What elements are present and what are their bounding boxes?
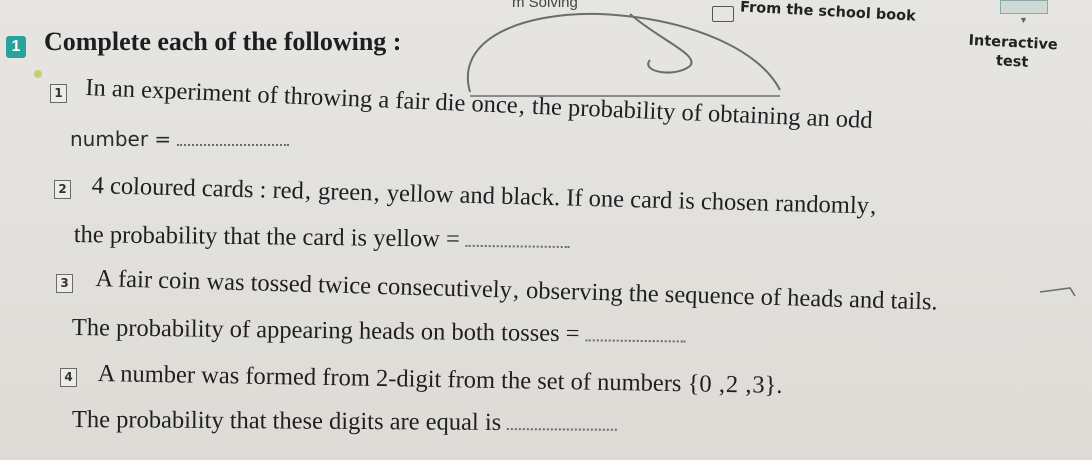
question-1-answer-blank[interactable]: [177, 126, 290, 146]
question-1-prompt: number =: [70, 127, 172, 151]
question-2-answer-line: the probability that the card is yellow …: [74, 221, 570, 255]
interactive-test-label: Interactive test: [967, 32, 1058, 75]
pencil-loop: [629, 13, 693, 74]
question-3-answer-line: The probability of appearing heads on bo…: [72, 314, 686, 349]
qr-code-icon: [1000, 0, 1048, 14]
question-2-answer-blank[interactable]: [465, 226, 570, 249]
question-3-prompt: The probability of appearing heads on bo…: [71, 314, 580, 348]
question-2-prompt: the probability that the card is yellow …: [73, 221, 460, 253]
question-4-prompt: The probability that these digits are eq…: [71, 406, 502, 436]
problem-solving-label: m Solving: [512, 0, 578, 11]
question-2-text: 4 coloured cards : red‚ green‚ yellow an…: [91, 172, 878, 220]
question-4-answer-line: The probability that these digits are eq…: [71, 406, 618, 438]
question-4-text: A number was formed from 2-digit from th…: [97, 360, 783, 399]
chevron-down-icon: ▼: [1019, 15, 1028, 25]
question-2-number: 2: [54, 180, 71, 199]
question-3-text: A fair coin was tossed twice consecutive…: [95, 265, 938, 316]
pencil-tick: [1039, 287, 1076, 297]
exercise-number-badge: 1: [6, 36, 26, 58]
question-4-number: 4: [60, 368, 77, 387]
question-1-number: 1: [50, 84, 67, 103]
exercise-title: Complete each of the following :: [44, 27, 402, 56]
pencil-arc: [467, 12, 781, 93]
question-4-answer-blank[interactable]: [507, 410, 618, 431]
question-1-answer-line: number =: [70, 126, 290, 151]
school-book-label: From the school book: [739, 0, 917, 25]
question-3-number: 3: [56, 274, 73, 293]
book-icon: [712, 6, 734, 22]
bullet-dot-icon: [34, 70, 42, 78]
question-3-answer-blank[interactable]: [585, 321, 686, 343]
